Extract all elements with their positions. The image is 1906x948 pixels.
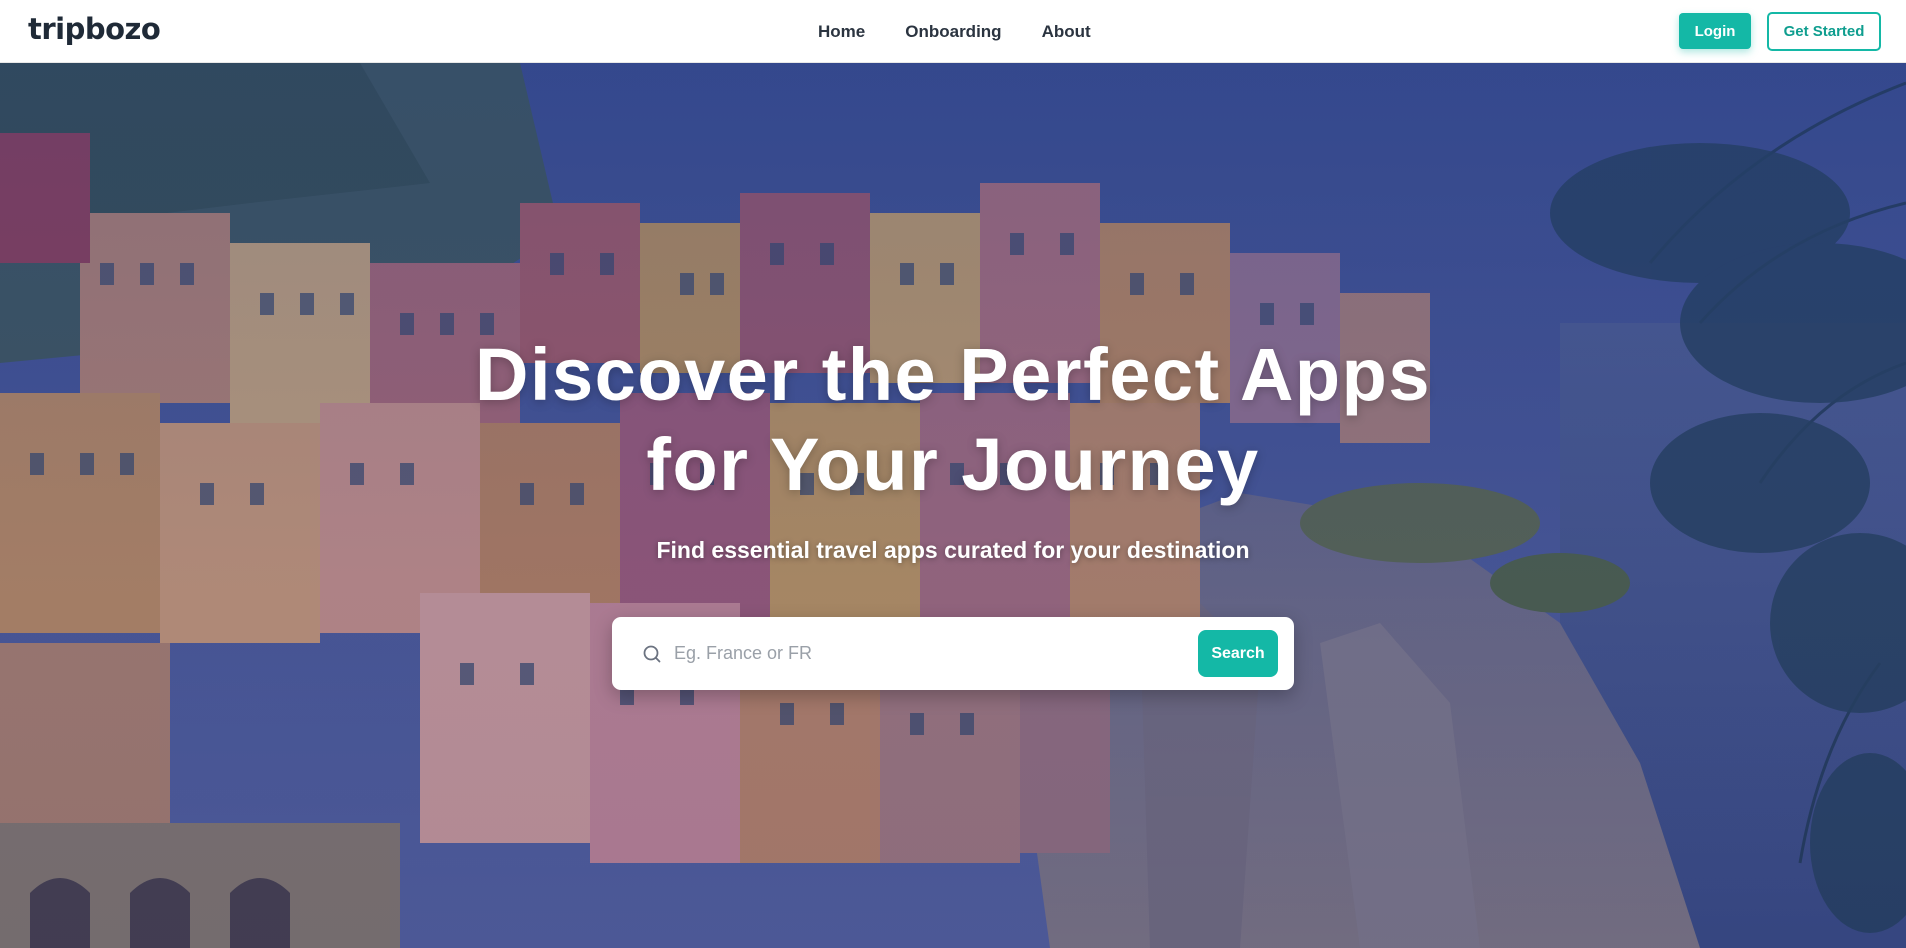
hero-title: Discover the Perfect Apps for Your Journ… (0, 330, 1906, 510)
main-nav: Home Onboarding About (818, 0, 1091, 63)
top-header: tripbozo Home Onboarding About Login Get… (0, 0, 1906, 63)
search-input[interactable] (674, 635, 1194, 671)
hero-section: Discover the Perfect Apps for Your Journ… (0, 63, 1906, 948)
get-started-button[interactable]: Get Started (1767, 12, 1881, 51)
hero-title-line2: for Your Journey (646, 423, 1260, 506)
nav-onboarding[interactable]: Onboarding (905, 22, 1001, 42)
login-button[interactable]: Login (1679, 13, 1751, 49)
nav-about[interactable]: About (1042, 22, 1091, 42)
search-bar: Search (612, 617, 1294, 690)
search-button[interactable]: Search (1198, 630, 1278, 677)
brand-logo[interactable]: tripbozo (28, 12, 161, 46)
nav-home[interactable]: Home (818, 22, 865, 42)
search-icon (643, 645, 661, 663)
hero-title-line1: Discover the Perfect Apps (475, 333, 1431, 416)
hero-subtitle: Find essential travel apps curated for y… (656, 537, 1250, 563)
